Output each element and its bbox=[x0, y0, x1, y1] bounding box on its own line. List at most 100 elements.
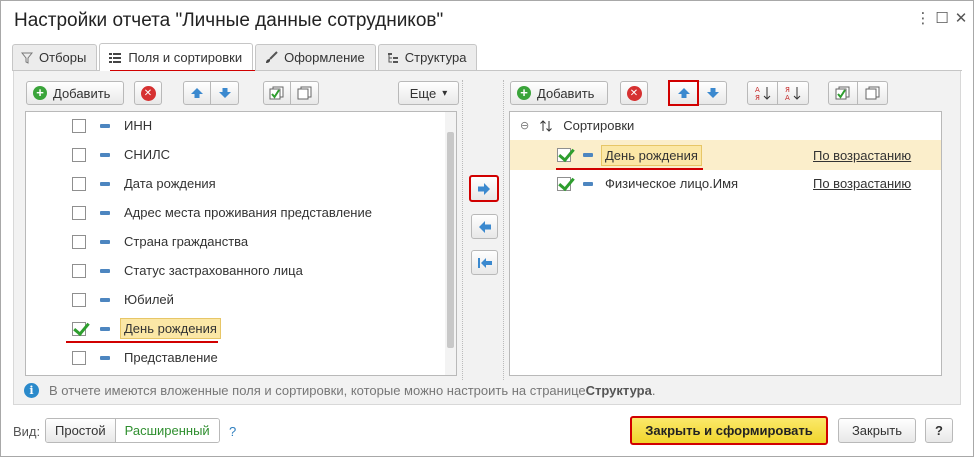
sorting-item-selected[interactable]: День рождения bbox=[557, 140, 702, 170]
sort-group-icon bbox=[540, 119, 553, 132]
field-label: Статус застрахованного лица bbox=[124, 263, 303, 278]
field-checkbox[interactable] bbox=[72, 176, 86, 191]
tab-filters-label: Отборы bbox=[39, 50, 87, 65]
field-icon bbox=[100, 326, 110, 331]
list-item[interactable]: Представление bbox=[72, 343, 218, 372]
sort-order-label[interactable]: По возрастанию bbox=[813, 148, 911, 163]
close-icon[interactable]: ✕ bbox=[952, 10, 970, 28]
sorting-item[interactable]: Физическое лицо.Имя bbox=[557, 169, 738, 198]
right-delete-button[interactable]: ✕ bbox=[620, 81, 648, 105]
arrow-up-icon bbox=[677, 88, 690, 98]
arrow-down-icon bbox=[218, 88, 231, 98]
move-to-sorting-button[interactable] bbox=[469, 175, 499, 202]
left-add-label: Добавить bbox=[53, 85, 111, 101]
field-checkbox[interactable] bbox=[72, 350, 86, 365]
list-item[interactable]: Адрес места проживания представление bbox=[72, 198, 372, 227]
sort-checkbox-checked[interactable] bbox=[557, 148, 571, 162]
arrow-down-icon bbox=[706, 88, 719, 98]
list-item[interactable]: СНИЛС bbox=[72, 140, 170, 169]
right-move-buttons bbox=[668, 80, 727, 106]
field-icon bbox=[583, 181, 593, 186]
left-list-scroll-thumb[interactable] bbox=[447, 132, 454, 348]
list-item[interactable]: Юбилей bbox=[72, 285, 174, 314]
view-simple-button[interactable]: Простой bbox=[46, 419, 116, 442]
uncheck-all-icon bbox=[297, 86, 311, 100]
arrow-up-icon bbox=[191, 88, 203, 98]
left-more-label: Еще bbox=[409, 85, 437, 101]
field-checkbox[interactable] bbox=[72, 147, 86, 162]
plus-icon: + bbox=[517, 86, 531, 100]
view-label: Вид: bbox=[13, 424, 41, 439]
sort-order-label[interactable]: По возрастанию bbox=[813, 176, 911, 191]
right-check-buttons bbox=[828, 81, 888, 105]
right-add-label: Добавить bbox=[537, 85, 595, 101]
sort-order-link[interactable]: По возрастанию bbox=[813, 169, 911, 198]
field-label: Дата рождения bbox=[124, 176, 216, 191]
right-uncheck-all-button[interactable] bbox=[858, 81, 888, 105]
arrow-left-icon bbox=[478, 220, 491, 233]
list-item[interactable]: Статус застрахованного лица bbox=[72, 256, 303, 285]
close-button[interactable]: Закрыть bbox=[838, 418, 916, 443]
field-icon bbox=[100, 210, 110, 215]
sort-direction-buttons: А Я Я А bbox=[747, 81, 809, 105]
move-back-button[interactable] bbox=[471, 214, 498, 239]
list-item[interactable]: Страна гражданства bbox=[72, 227, 248, 256]
tab-fields-sorting[interactable]: Поля и сортировки bbox=[99, 43, 254, 71]
sorting-group-row[interactable]: ⊖ Сортировки bbox=[520, 111, 634, 140]
field-icon bbox=[100, 297, 110, 302]
view-mode-switch: Простой Расширенный bbox=[45, 418, 220, 443]
delete-icon: ✕ bbox=[140, 85, 156, 101]
close-and-generate-button[interactable]: Закрыть и сформировать bbox=[630, 416, 828, 445]
tab-filters[interactable]: Отборы bbox=[12, 44, 98, 70]
left-move-down-button[interactable] bbox=[211, 81, 239, 105]
sort-ascending-button[interactable]: А Я bbox=[747, 81, 778, 105]
field-checkbox[interactable] bbox=[72, 118, 86, 133]
sort-field-label: День рождения bbox=[601, 144, 702, 166]
help-button[interactable]: ? bbox=[925, 418, 953, 443]
field-checkbox[interactable] bbox=[72, 205, 86, 220]
left-check-all-button[interactable] bbox=[263, 81, 291, 105]
maximize-icon[interactable]: ☐ bbox=[933, 10, 951, 28]
svg-text:А: А bbox=[785, 94, 790, 101]
left-check-buttons bbox=[263, 81, 319, 105]
left-more-button[interactable]: Еще ▾ bbox=[398, 81, 459, 105]
right-move-down-button[interactable] bbox=[699, 81, 727, 105]
list-item-selected[interactable]: День рождения bbox=[72, 314, 221, 343]
sort-field-label: Физическое лицо.Имя bbox=[605, 176, 739, 191]
tab-structure[interactable]: Структура bbox=[377, 44, 478, 70]
more-vertical-icon[interactable]: ⋮ bbox=[914, 10, 932, 28]
move-all-back-button[interactable] bbox=[471, 250, 498, 275]
field-checkbox[interactable] bbox=[72, 263, 86, 278]
field-label-highlighted: День рождения bbox=[120, 318, 221, 339]
field-checkbox-checked[interactable] bbox=[72, 321, 86, 336]
left-move-up-button[interactable] bbox=[183, 81, 211, 105]
delete-icon: ✕ bbox=[626, 85, 642, 101]
info-message: i В отчете имеются вложенные поля и сорт… bbox=[24, 376, 655, 405]
svg-text:А: А bbox=[755, 86, 760, 94]
right-move-up-button[interactable] bbox=[668, 80, 699, 106]
help-link[interactable]: ? bbox=[229, 424, 236, 439]
view-extended-button[interactable]: Расширенный bbox=[115, 419, 219, 442]
left-delete-button[interactable]: ✕ bbox=[134, 81, 162, 105]
list-item[interactable]: Дата рождения bbox=[72, 169, 216, 198]
right-add-button[interactable]: + Добавить bbox=[510, 81, 608, 105]
tab-appearance[interactable]: Оформление bbox=[255, 44, 376, 70]
left-move-buttons bbox=[183, 81, 239, 105]
left-add-button[interactable]: + Добавить bbox=[26, 81, 124, 105]
tab-strip: Отборы Поля и сортировки Оформление Стру… bbox=[12, 43, 479, 71]
field-checkbox[interactable] bbox=[72, 234, 86, 249]
left-uncheck-all-button[interactable] bbox=[291, 81, 319, 105]
field-icon bbox=[100, 181, 110, 186]
field-checkbox[interactable] bbox=[72, 292, 86, 307]
info-icon: i bbox=[24, 383, 39, 398]
collapse-icon[interactable]: ⊖ bbox=[520, 119, 529, 132]
list-item[interactable]: ИНН bbox=[72, 111, 152, 140]
sort-descending-button[interactable]: Я А bbox=[778, 81, 809, 105]
field-icon bbox=[100, 355, 110, 360]
tab-structure-label: Структура bbox=[404, 50, 467, 65]
sort-order-link[interactable]: По возрастанию bbox=[813, 140, 911, 170]
right-check-all-button[interactable] bbox=[828, 81, 858, 105]
info-structure-link[interactable]: Структура bbox=[586, 383, 652, 398]
sort-checkbox-checked[interactable] bbox=[557, 176, 571, 191]
tab-appearance-label: Оформление bbox=[284, 50, 365, 65]
